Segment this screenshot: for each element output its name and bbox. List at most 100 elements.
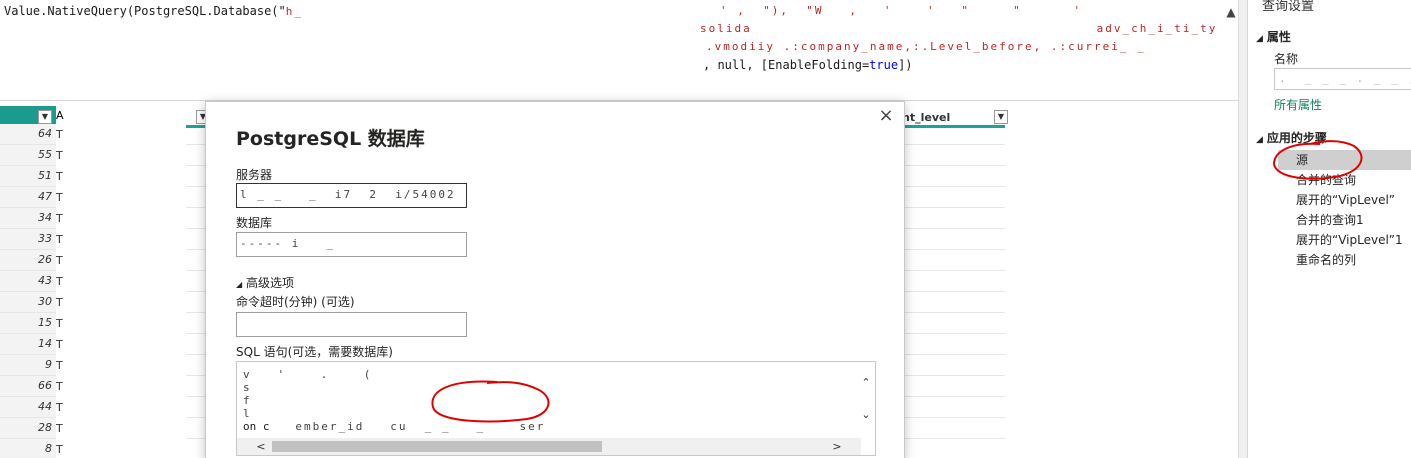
scroll-right-icon[interactable]: > xyxy=(829,438,845,455)
grid-row-line xyxy=(186,165,206,166)
grid-row-line xyxy=(900,354,1005,355)
pane-scrollbar[interactable] xyxy=(1238,0,1247,458)
sql-label: SQL 语句(可选，需要数据库) xyxy=(236,345,393,359)
grid-row-line xyxy=(186,396,206,397)
advanced-options-toggle[interactable]: ◢ 高级选项 xyxy=(236,274,294,291)
redacted-scribble: ----- i _ xyxy=(240,237,335,250)
column-header-label: A xyxy=(56,109,64,122)
grid-row-line xyxy=(900,438,1005,439)
table-cell[interactable]: T xyxy=(56,191,64,204)
applied-step-item[interactable]: 合并的查询1 xyxy=(1278,210,1411,230)
table-cell[interactable]: T xyxy=(56,212,64,225)
redacted-scribble: h_ xyxy=(285,5,304,18)
timeout-input[interactable] xyxy=(236,312,467,337)
scroll-thumb[interactable] xyxy=(272,441,602,452)
grid-row-line xyxy=(900,165,1005,166)
scroll-left-icon[interactable]: < xyxy=(253,438,269,455)
row-number: 28 xyxy=(0,418,56,439)
formula-bar[interactable]: Value.NativeQuery(PostgreSQL.Database("h… xyxy=(0,0,1245,101)
sql-visible-line: on c xyxy=(243,420,270,433)
row-number: 26 xyxy=(0,250,56,271)
column-header-a[interactable]: A xyxy=(56,106,66,128)
formula-line-1[interactable]: Value.NativeQuery(PostgreSQL.Database("h… xyxy=(4,4,303,18)
grid-row-line xyxy=(186,207,206,208)
grid-row-line xyxy=(900,228,1005,229)
grid-row-line xyxy=(186,312,206,313)
row-number: 43 xyxy=(0,271,56,292)
grid-row-line xyxy=(186,333,206,334)
table-cell[interactable]: T xyxy=(56,254,64,267)
table-cell[interactable]: T xyxy=(56,338,64,351)
grid-row-line xyxy=(900,333,1005,334)
row-number: 14 xyxy=(0,334,56,355)
table-cell[interactable]: T xyxy=(56,422,64,435)
red-scribble-annotation xyxy=(431,380,550,423)
grid-row-line xyxy=(900,249,1005,250)
triangle-icon: ◢ xyxy=(236,280,243,289)
advanced-options-label: 高级选项 xyxy=(245,276,294,290)
table-cell[interactable]: T xyxy=(56,296,64,309)
sql-statement-textarea[interactable]: v ' . ( s f l on c ember_id cu _ _ _ ser… xyxy=(236,361,876,456)
name-label: 名称 xyxy=(1274,52,1299,66)
applied-step-item[interactable]: 展开的“VipLevel” xyxy=(1278,190,1411,210)
scroll-down-icon[interactable]: ⌄ xyxy=(859,408,873,422)
row-number: 66 xyxy=(0,376,56,397)
chevron-down-icon[interactable]: ▼ xyxy=(38,110,52,124)
row-number-column: 64 55 51 47 34 33 26 43 30 15 14 9 66 44… xyxy=(0,124,56,458)
applied-step-item[interactable]: 展开的“VipLevel”1 xyxy=(1278,230,1411,250)
grid-row-line xyxy=(900,144,1005,145)
power-query-editor: Value.NativeQuery(PostgreSQL.Database("h… xyxy=(0,0,1411,458)
grid-row-line xyxy=(186,291,206,292)
caret-down-icon: ◢ xyxy=(1256,135,1263,145)
redacted-scribble: ' , "), "W , ' ' " " ' xyxy=(720,4,1083,17)
redacted-scribble: . _ _ _ . _ _ , xyxy=(1279,72,1411,85)
row-number: 51 xyxy=(0,166,56,187)
table-cell[interactable]: T xyxy=(56,380,64,393)
red-circle-annotation xyxy=(1272,140,1363,180)
dialog-title: PostgreSQL 数据库 xyxy=(236,128,425,150)
query-name-input[interactable]: . _ _ _ . _ _ , xyxy=(1274,68,1411,90)
formula-line-2[interactable]: , null, [EnableFolding=true]) xyxy=(703,58,913,72)
all-properties-link[interactable]: 所有属性 xyxy=(1274,96,1322,113)
table-cell[interactable]: T xyxy=(56,233,64,246)
row-number: 15 xyxy=(0,313,56,334)
row-number: 8 xyxy=(0,439,56,458)
grid-row-line xyxy=(900,186,1005,187)
redacted-scribble: .vmodiiy .:company_name,:.Level_before, … xyxy=(706,40,1146,53)
column-header-partial[interactable]: ▼ xyxy=(186,106,210,128)
timeout-label: 命令超时(分钟) (可选) xyxy=(236,295,355,309)
column-header-current-level[interactable]: nt_level ▼ xyxy=(900,106,1008,128)
table-cell[interactable]: T xyxy=(56,149,64,162)
row-number: 64 xyxy=(0,124,56,145)
properties-heading[interactable]: ◢ 属性 xyxy=(1256,28,1291,45)
table-cell[interactable]: T xyxy=(56,317,64,330)
sql-vertical-scrollbar[interactable]: ⌃ ⌄ xyxy=(859,362,875,440)
table-cell[interactable]: T xyxy=(56,275,64,288)
redacted-scribble: f xyxy=(243,394,252,407)
column-header-label: nt_level xyxy=(902,111,951,124)
grid-row-line xyxy=(900,207,1005,208)
applied-step-item[interactable]: 重命名的列 xyxy=(1278,250,1411,270)
table-cell[interactable]: T xyxy=(56,170,64,183)
grid-row-line xyxy=(900,417,1005,418)
table-cell[interactable]: T xyxy=(56,128,64,141)
sql-horizontal-scrollbar[interactable]: < > xyxy=(237,438,861,455)
grid-row-line xyxy=(900,396,1005,397)
row-number: 44 xyxy=(0,397,56,418)
redacted-scribble: s xyxy=(243,381,252,394)
row-number: 34 xyxy=(0,208,56,229)
table-cell[interactable]: T xyxy=(56,359,64,372)
scroll-up-icon[interactable]: ⌃ xyxy=(859,376,873,390)
chevron-down-icon[interactable]: ▼ xyxy=(994,110,1008,124)
row-number: 33 xyxy=(0,229,56,250)
close-icon[interactable]: × xyxy=(876,106,896,126)
server-input[interactable]: l _ _ _ i7 2 i/54002 _ _ i xyxy=(236,183,467,208)
formula-suffix: , null, [EnableFolding= xyxy=(703,58,870,72)
table-cell[interactable]: T xyxy=(56,401,64,414)
table-cell[interactable]: T xyxy=(56,443,64,456)
grid-row-line xyxy=(186,354,206,355)
grid-row-line xyxy=(186,186,206,187)
grid-row-line xyxy=(186,228,206,229)
redacted-scribble: v ' . ( xyxy=(243,368,373,381)
database-input[interactable]: ----- i _ xyxy=(236,232,467,257)
